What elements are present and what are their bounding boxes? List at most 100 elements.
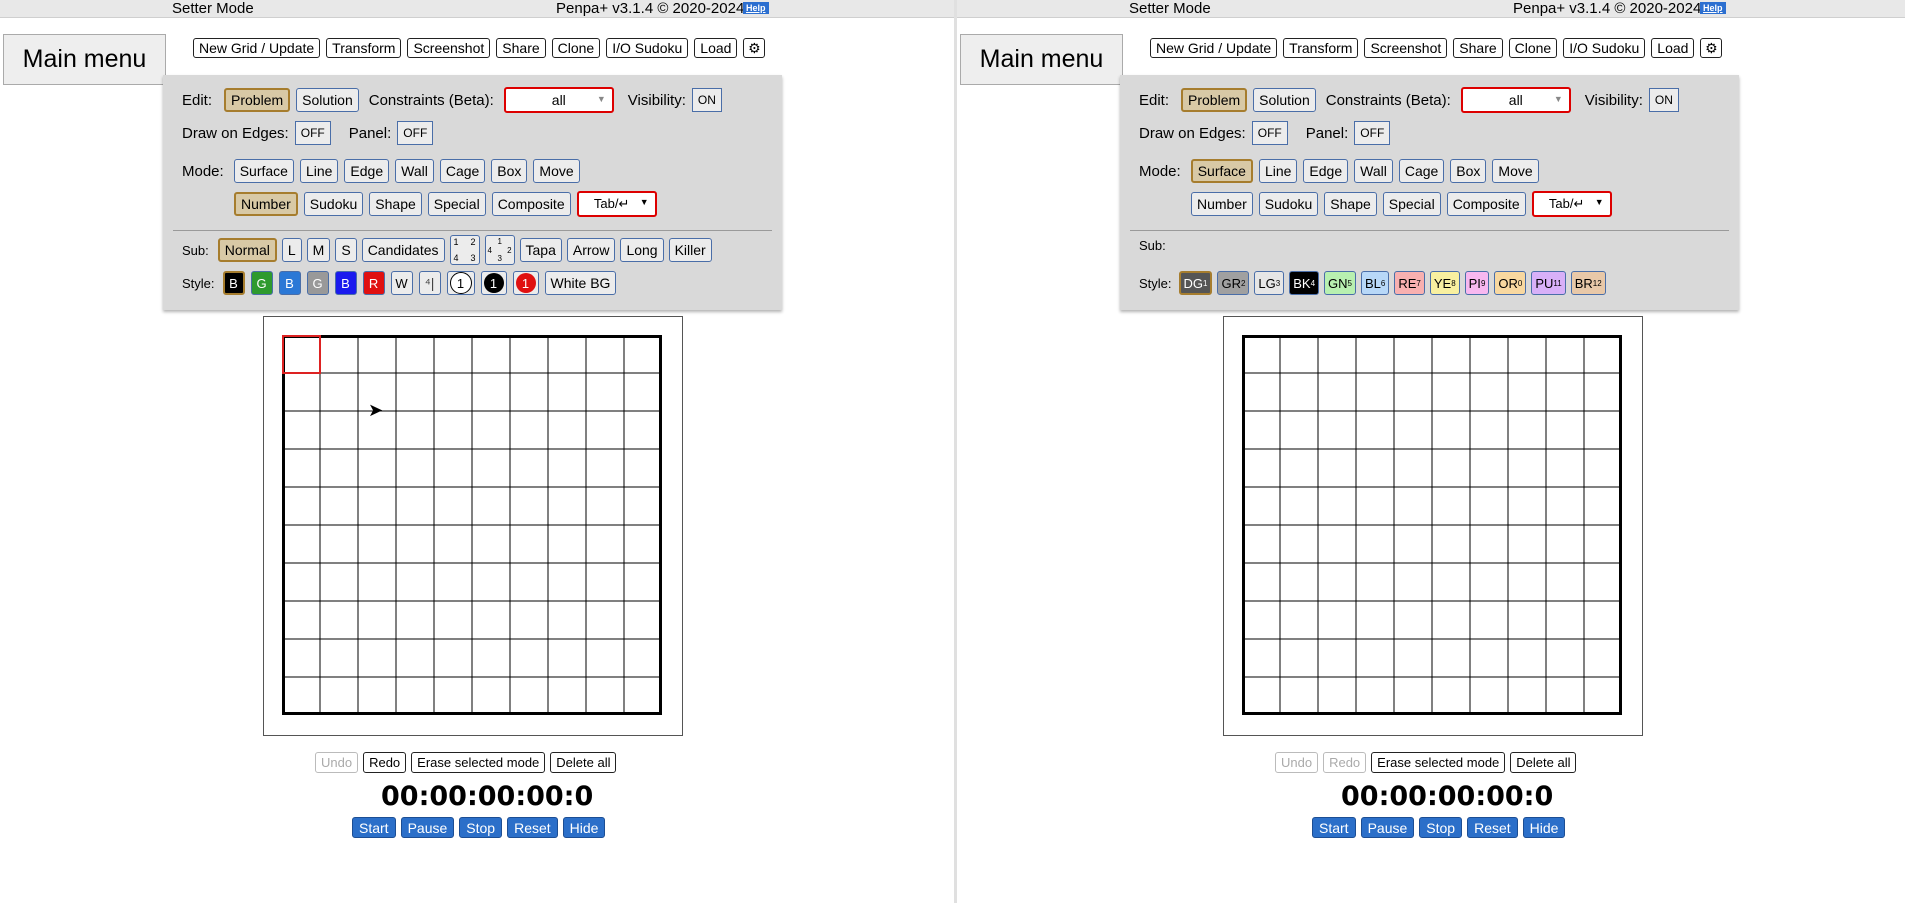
style-swatch-pu[interactable]: PU 11 [1531,271,1566,295]
panel-toggle[interactable]: OFF [1354,121,1391,145]
mode-wall[interactable]: Wall [395,159,434,183]
mode-move[interactable]: Move [533,159,580,183]
new-grid-button[interactable]: New Grid / Update [193,38,321,58]
share-button[interactable]: Share [1453,38,1503,58]
style-swatch-or[interactable]: OR 0 [1494,271,1527,295]
style-circle-white[interactable]: 1 [446,271,475,295]
sub-arrow[interactable]: Arrow [566,238,616,262]
delete-all-button[interactable]: Delete all [550,752,617,773]
mode-number[interactable]: Number [1191,192,1253,216]
style-swatch-bk[interactable]: BK 4 [1289,271,1320,295]
main-menu-button[interactable]: Main menu [3,34,166,85]
style-black[interactable]: B [222,271,245,295]
puzzle-grid[interactable] [1242,335,1622,715]
solution-button[interactable]: Solution [296,88,359,112]
sub-long[interactable]: Long [620,238,664,262]
draw-edges-toggle[interactable]: OFF [1251,121,1288,145]
style-swatch-pi[interactable]: PI 9 [1464,271,1490,295]
sub-killer[interactable]: Killer [668,238,712,262]
reset-button[interactable]: Reset [507,817,558,838]
reset-button[interactable]: Reset [1467,817,1518,838]
io-sudoku-button[interactable]: I/O Sudoku [1563,38,1646,58]
mode-line[interactable]: Line [299,159,339,183]
mode-sudoku[interactable]: Sudoku [1258,192,1319,216]
mode-cage[interactable]: Cage [439,159,486,183]
load-button[interactable]: Load [1651,38,1695,58]
mode-edge[interactable]: Edge [1303,159,1349,183]
mode-cage[interactable]: Cage [1398,159,1445,183]
draw-edges-toggle[interactable]: OFF [294,121,331,145]
sub-candidates[interactable]: Candidates [361,238,445,262]
sub-side-quad[interactable]: 1 4 2 3 [484,235,515,265]
erase-selected-button[interactable]: Erase selected mode [1371,752,1506,773]
sub-corner-quad[interactable]: 1 2 4 3 [449,235,480,265]
delete-all-button[interactable]: Delete all [1510,752,1577,773]
pause-button[interactable]: Pause [1360,817,1415,838]
mode-number[interactable]: Number [234,192,298,216]
mode-special[interactable]: Special [1382,192,1441,216]
help-link[interactable]: Help [1700,2,1726,14]
white-bg-button[interactable]: White BG [544,271,617,295]
gear-icon[interactable]: ⚙ [1700,38,1723,58]
sub-s[interactable]: S [335,238,357,262]
share-button[interactable]: Share [496,38,546,58]
hide-button[interactable]: Hide [1522,817,1566,838]
style-swatch-gn[interactable]: GN 5 [1324,271,1356,295]
style-swatch-gr[interactable]: GR 2 [1217,271,1250,295]
style-swatch-lg[interactable]: LG 3 [1254,271,1285,295]
constraints-select[interactable]: all ▼ [1460,87,1571,113]
tab-select[interactable]: Tab/↵ ▼ [1531,191,1612,217]
style-swatch-re[interactable]: RE 7 [1394,271,1425,295]
puzzle-grid[interactable] [282,335,662,715]
style-swatch-dg[interactable]: DG 1 [1178,271,1213,295]
style-outline-digit-icon[interactable]: ⁴| [418,271,441,295]
mode-composite[interactable]: Composite [1446,192,1526,216]
sub-tapa[interactable]: Tapa [519,238,562,262]
redo-button[interactable]: Redo [1323,752,1367,773]
style-white[interactable]: W [390,271,413,295]
style-swatch-br[interactable]: BR 12 [1570,271,1606,295]
constraints-select[interactable]: all ▼ [503,87,614,113]
help-link[interactable]: Help [743,2,769,14]
mode-sudoku[interactable]: Sudoku [303,192,364,216]
mode-special[interactable]: Special [427,192,486,216]
stop-button[interactable]: Stop [459,817,503,838]
load-button[interactable]: Load [694,38,738,58]
mode-shape[interactable]: Shape [369,192,422,216]
hide-button[interactable]: Hide [562,817,606,838]
selected-cell[interactable] [282,335,321,374]
transform-button[interactable]: Transform [326,38,402,58]
panel-toggle[interactable]: OFF [397,121,434,145]
mode-surface[interactable]: Surface [233,159,294,183]
sub-l[interactable]: L [281,238,302,262]
style-circle-black[interactable]: 1 [480,271,507,295]
visibility-toggle[interactable]: ON [691,88,722,112]
problem-button[interactable]: Problem [1181,88,1248,112]
mode-box[interactable]: Box [491,159,528,183]
mode-surface[interactable]: Surface [1190,159,1253,183]
tab-select[interactable]: Tab/↵ ▼ [576,191,657,217]
mode-composite[interactable]: Composite [491,192,571,216]
erase-selected-button[interactable]: Erase selected mode [411,752,546,773]
mode-wall[interactable]: Wall [1354,159,1393,183]
clone-button[interactable]: Clone [1508,38,1558,58]
start-button[interactable]: Start [352,817,396,838]
transform-button[interactable]: Transform [1283,38,1359,58]
mode-box[interactable]: Box [1450,159,1487,183]
style-swatch-bl[interactable]: BL 6 [1360,271,1390,295]
style-green[interactable]: G [250,271,273,295]
style-red[interactable]: R [362,271,385,295]
style-blue[interactable]: B [278,271,301,295]
gear-icon[interactable]: ⚙ [743,38,766,58]
screenshot-button[interactable]: Screenshot [1364,38,1448,58]
mode-edge[interactable]: Edge [344,159,390,183]
undo-button[interactable]: Undo [315,752,359,773]
mode-shape[interactable]: Shape [1324,192,1377,216]
io-sudoku-button[interactable]: I/O Sudoku [606,38,689,58]
style-circle-red[interactable]: 1 [512,271,539,295]
mode-move[interactable]: Move [1492,159,1539,183]
pause-button[interactable]: Pause [400,817,455,838]
new-grid-button[interactable]: New Grid / Update [1150,38,1278,58]
problem-button[interactable]: Problem [224,88,291,112]
clone-button[interactable]: Clone [551,38,601,58]
